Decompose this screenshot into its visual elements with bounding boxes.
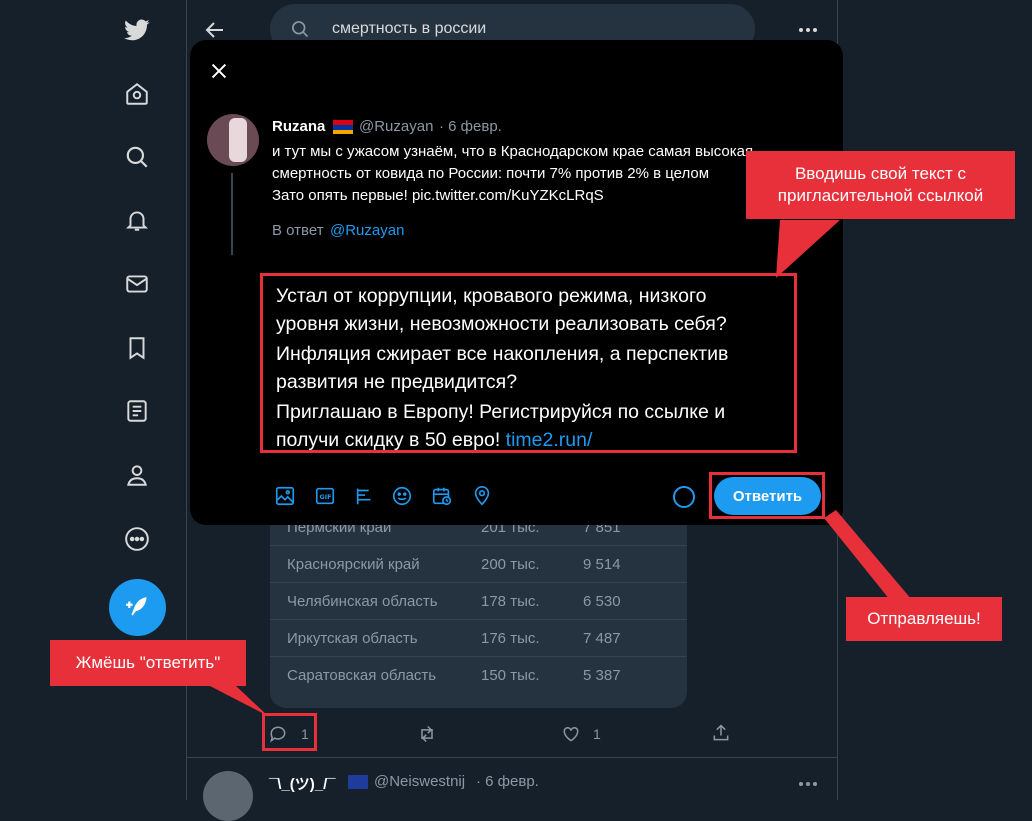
send-callout: Отправляешь! [846, 597, 1002, 641]
reply-callout: Жмёшь "ответить" [50, 640, 246, 686]
text-callout: Вводишь свой текст с пригласительной ссы… [746, 151, 1015, 219]
